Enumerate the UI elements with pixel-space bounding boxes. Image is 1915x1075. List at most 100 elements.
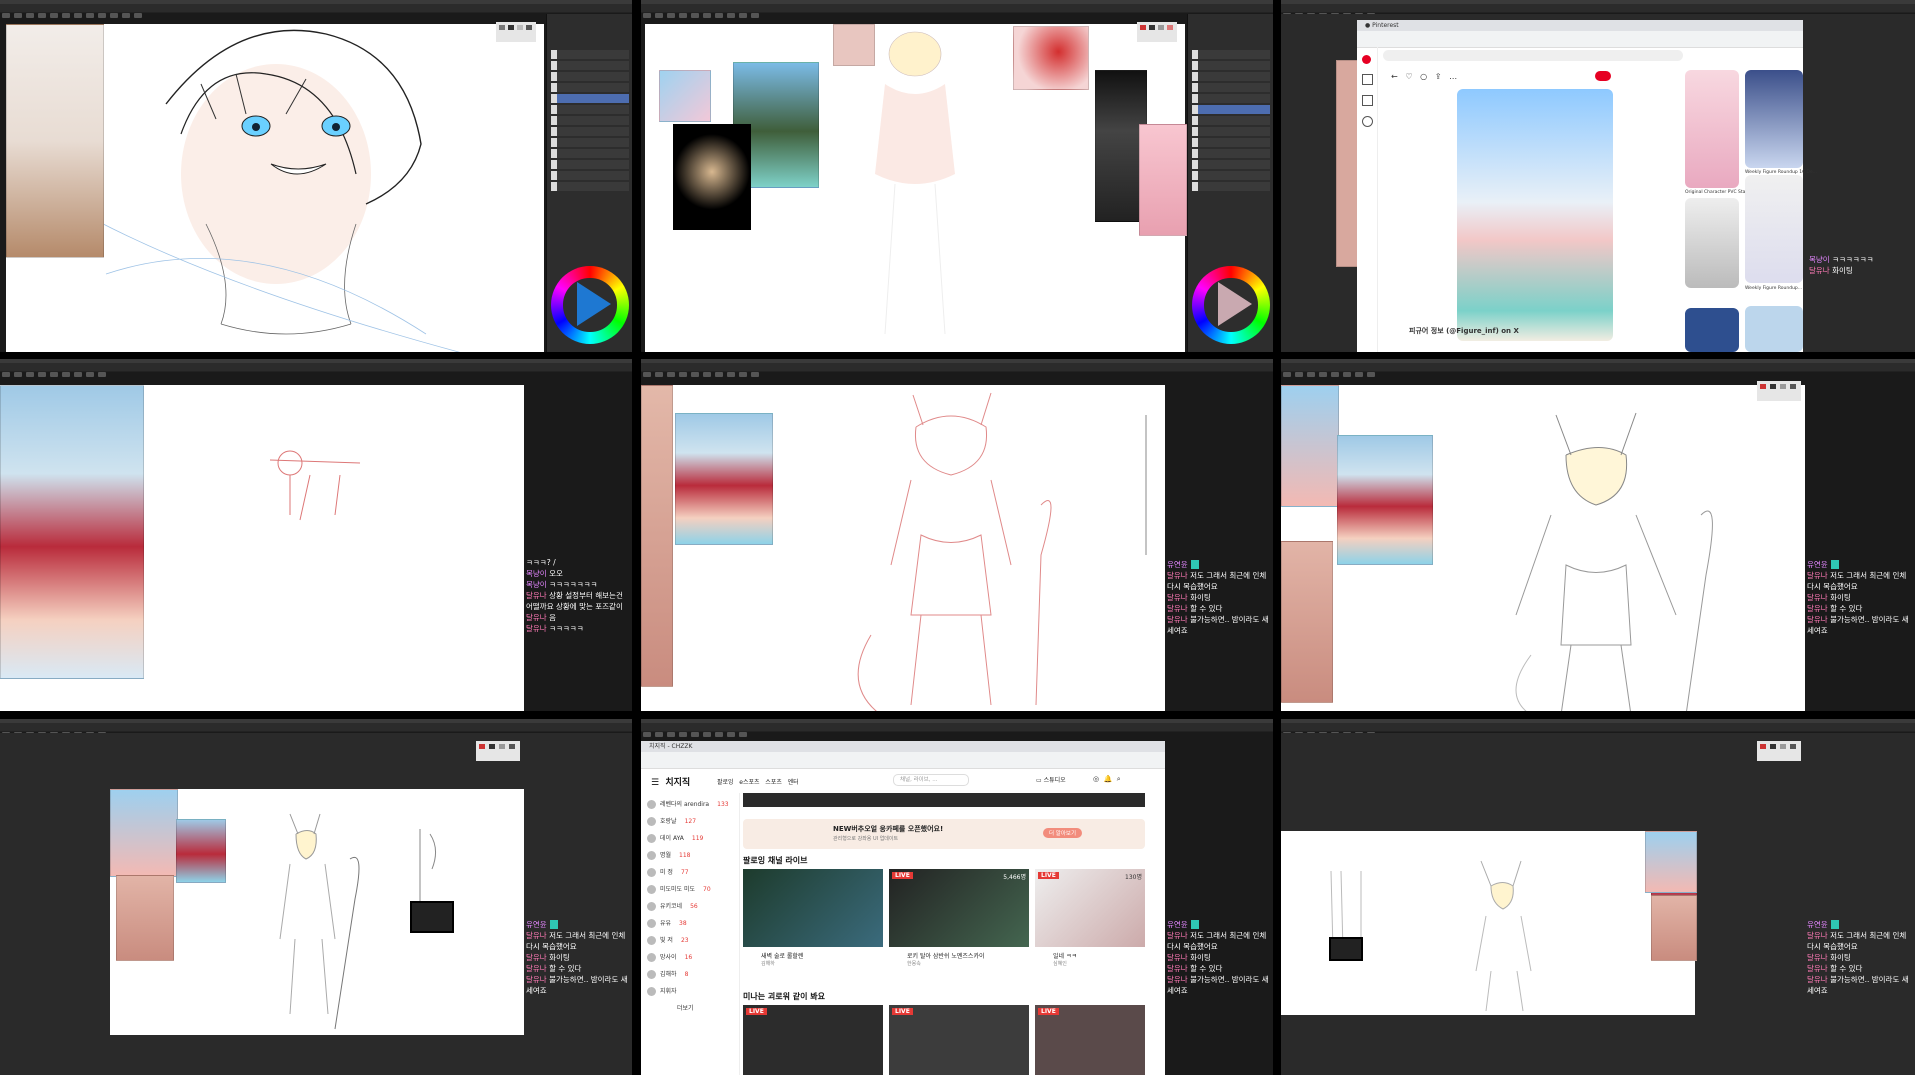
layer-item[interactable] [551,105,629,114]
sidebar-channel-item[interactable]: 호랑날 127 [647,816,696,826]
stream-user[interactable]: 한몽속 [907,960,921,967]
address-bar[interactable] [641,752,1165,769]
notification-icon[interactable] [1362,116,1373,127]
toolbar[interactable] [0,723,632,737]
reference-image[interactable] [1013,26,1089,90]
sidebar-channel-item[interactable]: 레벤다의 arendira 133 [647,799,729,809]
stream-title[interactable]: 새벽 술로 롤할렌 [761,951,803,960]
layer-item[interactable] [1192,127,1270,136]
toolbar[interactable] [1281,4,1915,18]
drawing-canvas[interactable] [645,24,1187,352]
toolbar[interactable] [0,363,632,377]
layer-item[interactable] [551,50,629,59]
toolbar[interactable] [1281,723,1915,737]
address-bar[interactable] [1357,31,1803,48]
color-palette[interactable] [496,22,536,42]
drawing-canvas[interactable] [1281,385,1805,711]
color-palette[interactable] [1757,381,1801,401]
menu-item[interactable]: e스포츠 [739,779,759,786]
layer-item[interactable] [1192,149,1270,158]
layer-item[interactable] [1192,171,1270,180]
related-pin[interactable] [1685,70,1739,188]
related-pin[interactable] [1745,70,1803,168]
layer-item[interactable] [551,61,629,70]
sidebar-channel-item[interactable]: 지휘자 [647,986,685,996]
layer-item[interactable] [551,116,629,125]
layer-item[interactable] [1192,72,1270,81]
sidebar-channel-item[interactable]: 미 정 77 [647,867,689,877]
layer-item[interactable] [1192,138,1270,147]
reference-image[interactable] [659,70,711,122]
browser-tab[interactable]: 치지직 - CHZZK [641,741,1165,752]
reference-image[interactable] [1336,60,1358,267]
header-icons[interactable]: ◎ 🔔 ⌕ [1093,775,1121,784]
reference-image[interactable] [1329,937,1363,961]
stream-title[interactable]: 일네 ㅋㅋ [1053,951,1077,960]
stream-thumbnail[interactable] [743,869,883,947]
layer-item[interactable] [1192,83,1270,92]
main-pin-image[interactable] [1457,89,1613,341]
layer-item[interactable] [1192,105,1270,114]
layer-item[interactable] [551,171,629,180]
browser-tabs[interactable]: ● Pinterest [1357,20,1803,31]
drawing-canvas[interactable] [1281,831,1697,1015]
home-icon[interactable] [1362,74,1373,85]
sidebar-channel-item[interactable]: 유유 38 [647,918,687,928]
menu-item[interactable]: 팔로잉 [717,779,734,786]
toolbar[interactable] [641,723,1273,737]
menu-item[interactable]: 스포츠 [765,779,782,786]
drawing-canvas[interactable] [0,385,524,711]
toolbar[interactable] [641,4,1273,18]
drawing-canvas[interactable] [641,385,1165,711]
layer-panel[interactable] [546,14,632,352]
stream-title[interactable]: 로키 탈아 삼반쉬 노멘즈스카이 [907,951,984,960]
related-pin[interactable] [1745,175,1803,283]
pinterest-logo-icon[interactable] [1362,55,1371,64]
stream-thumbnail[interactable]: LIVE [889,1005,1029,1075]
reference-image[interactable] [833,24,875,66]
menu-item[interactable]: 엔터 [788,779,799,786]
reference-image[interactable] [6,24,104,258]
layer-item[interactable] [551,149,629,158]
related-pin[interactable] [1685,198,1739,288]
layer-item[interactable] [1192,160,1270,169]
stream-thumbnail[interactable]: LIVE [743,1005,883,1075]
sidebar-channel-item[interactable]: 망사이 16 [647,952,692,962]
color-palette[interactable] [476,741,520,761]
color-palette[interactable] [1137,22,1177,42]
layer-item[interactable] [551,127,629,136]
stream-thumbnail[interactable]: LIVE 130명 [1035,869,1145,947]
color-palette[interactable] [1757,741,1801,761]
stream-thumbnail[interactable]: LIVE [1035,1005,1145,1075]
layer-item[interactable] [551,94,629,103]
toolbar[interactable] [0,4,632,18]
reference-image[interactable] [673,124,751,230]
drawing-canvas[interactable] [6,24,544,352]
banner-button[interactable]: 더 알아보기 [1043,828,1083,838]
layer-item[interactable] [551,138,629,147]
studio-button[interactable]: ▭ 스튜디오 [1036,775,1066,784]
save-button[interactable] [1595,71,1611,81]
layer-item[interactable] [551,182,629,191]
promo-banner[interactable]: NEW버추오얼 웅카페를 오픈했어요! 관리형으로 강좌용 UI 업데이트 더 … [743,819,1145,849]
color-picker-triangle[interactable] [1218,282,1252,326]
search-input[interactable] [1383,50,1683,61]
stream-user[interactable]: 김해하 [761,960,775,967]
layer-item[interactable] [1192,61,1270,70]
drawing-canvas[interactable] [110,789,524,1035]
explore-icon[interactable] [1362,95,1373,106]
search-input[interactable]: 채널, 라이브, ... [893,774,969,786]
reference-image[interactable] [1645,831,1697,893]
layer-item[interactable] [551,160,629,169]
video-strip[interactable] [743,793,1145,807]
related-pin[interactable] [1745,306,1803,352]
stream-thumbnail[interactable]: LIVE 5,466명 [889,869,1029,947]
sidebar-channel-item[interactable]: 유키코네 56 [647,901,698,911]
reference-image[interactable] [1651,895,1697,961]
related-pin[interactable] [1685,308,1739,352]
layer-item[interactable] [1192,50,1270,59]
toolbar[interactable] [641,363,1273,377]
sidebar-channel-item[interactable]: 데이 AYA 119 [647,833,703,843]
chzzk-logo[interactable]: ☰ 치지직 [651,775,690,788]
sidebar-channel-item[interactable]: 빛 저 23 [647,935,689,945]
